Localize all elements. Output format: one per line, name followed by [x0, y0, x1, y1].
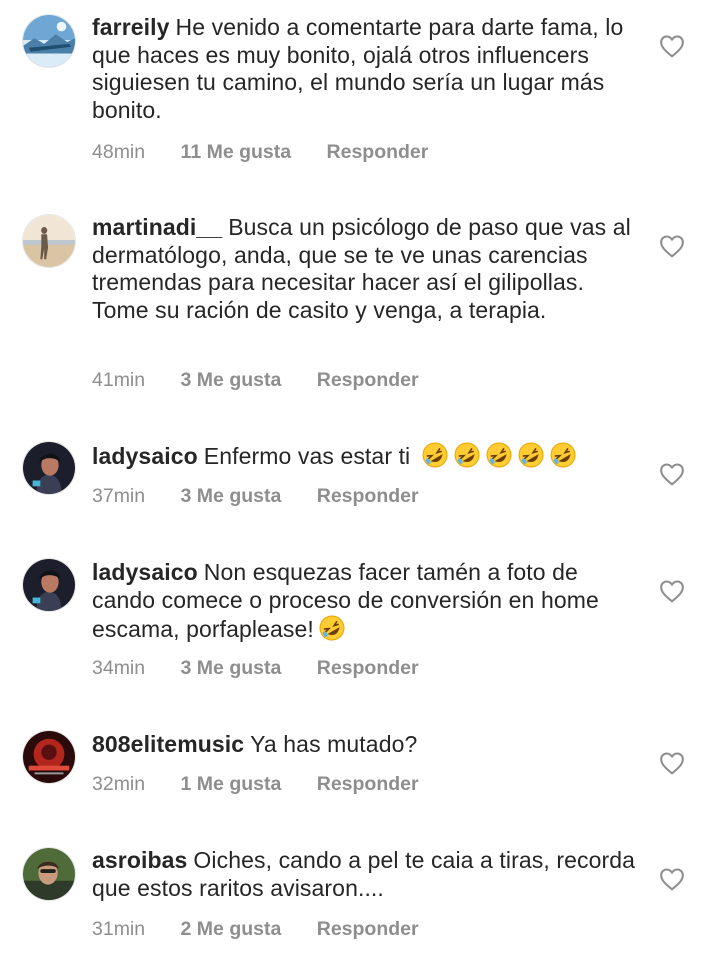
reply-button[interactable]: Responder: [317, 485, 419, 507]
user-avatar[interactable]: [22, 14, 76, 68]
sky-landscape-avatar-icon: [23, 15, 75, 67]
comment-username[interactable]: farreily: [92, 14, 170, 40]
reply-button[interactable]: Responder: [317, 773, 419, 795]
heart-outline-icon[interactable]: [659, 579, 685, 603]
rolling-on-floor-laughing-icon: [421, 441, 449, 469]
comment-meta: 48min 11 Me gusta Responder: [92, 141, 458, 164]
comment-likes[interactable]: 3 Me gusta: [181, 369, 282, 391]
comment-body: 808elitemusic Ya has mutado?: [92, 731, 640, 759]
comment-body: ladysaico Enfermo vas estar ti: [92, 441, 640, 471]
comment-time: 32min: [92, 773, 146, 795]
comment-body: asroibas Oiches, cando a pel te caia a ti…: [92, 847, 640, 902]
comment-username[interactable]: ladysaico: [92, 559, 198, 585]
comment-text: He venido a comentarte para darte fama, …: [92, 14, 624, 123]
comment-username[interactable]: ladysaico: [92, 443, 198, 469]
beach-silhouette-avatar-icon: [23, 215, 75, 267]
comment-meta: 41min 3 Me gusta Responder: [92, 369, 449, 392]
rolling-on-floor-laughing-icon: [453, 441, 481, 469]
comment-time: 41min: [92, 369, 146, 391]
comment-meta: 37min 3 Me gusta Responder: [92, 485, 449, 508]
comment-meta: 31min 2 Me gusta Responder: [92, 918, 449, 941]
comment-text: Ya has mutado?: [250, 731, 418, 757]
comment-meta: 34min 3 Me gusta Responder: [92, 657, 449, 680]
comment-time: 34min: [92, 657, 146, 679]
comment-likes[interactable]: 3 Me gusta: [181, 485, 282, 507]
heart-outline-icon[interactable]: [659, 462, 685, 486]
reply-button[interactable]: Responder: [327, 141, 429, 163]
user-avatar[interactable]: [22, 730, 76, 784]
rolling-on-floor-laughing-icon: [485, 441, 513, 469]
comment-text: Enfermo vas estar ti: [203, 443, 411, 469]
user-avatar[interactable]: [22, 214, 76, 268]
comment-likes[interactable]: 2 Me gusta: [181, 918, 282, 940]
heart-outline-icon[interactable]: [659, 34, 685, 58]
comment-username[interactable]: asroibas: [92, 847, 187, 873]
red-artwork-avatar-icon: [23, 731, 75, 783]
user-avatar[interactable]: [22, 441, 76, 495]
reply-button[interactable]: Responder: [317, 918, 419, 940]
comment-likes[interactable]: 11 Me gusta: [181, 141, 292, 163]
comment-username[interactable]: 808elitemusic: [92, 731, 244, 757]
comment-body: farreily He venido a comentarte para dart…: [92, 14, 640, 124]
comment-username[interactable]: martinadi__: [92, 214, 222, 240]
comment-meta: 32min 1 Me gusta Responder: [92, 773, 449, 796]
comment-time: 48min: [92, 141, 146, 163]
comment-likes[interactable]: 1 Me gusta: [181, 773, 282, 795]
comment-time: 31min: [92, 918, 146, 940]
user-avatar[interactable]: [22, 847, 76, 901]
portrait-avatar-icon: [23, 442, 75, 494]
heart-outline-icon[interactable]: [659, 867, 685, 891]
selfie-avatar-icon: [23, 848, 75, 900]
rolling-on-floor-laughing-icon: [517, 441, 545, 469]
rolling-on-floor-laughing-icon: [549, 441, 577, 469]
comment-body: ladysaico Non esquezas facer tamén a foto…: [92, 559, 640, 644]
reply-button[interactable]: Responder: [317, 657, 419, 679]
user-avatar[interactable]: [22, 558, 76, 612]
portrait-avatar-icon: [23, 559, 75, 611]
heart-outline-icon[interactable]: [659, 751, 685, 775]
heart-outline-icon[interactable]: [659, 234, 685, 258]
comment-likes[interactable]: 3 Me gusta: [181, 657, 282, 679]
comment-body: martinadi__ Busca un psicólogo de paso qu…: [92, 214, 640, 324]
comment-time: 37min: [92, 485, 146, 507]
rolling-on-floor-laughing-icon: [318, 614, 346, 642]
reply-button[interactable]: Responder: [317, 369, 419, 391]
